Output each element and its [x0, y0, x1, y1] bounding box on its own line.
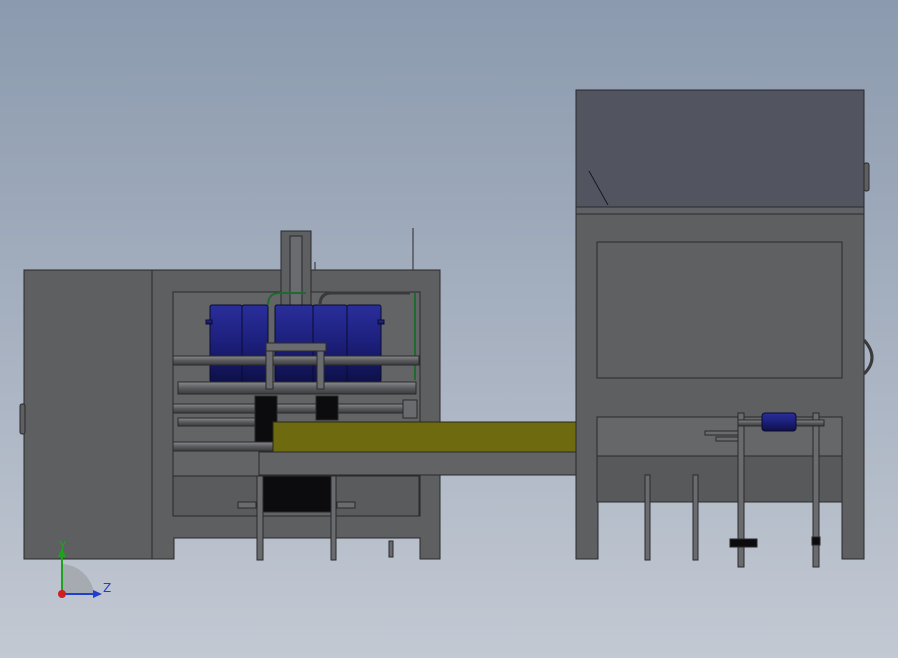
cad-graphics-viewport[interactable]: Y Z: [0, 0, 898, 658]
right-window-panel: [596, 241, 843, 379]
y-axis-label: Y: [59, 539, 67, 553]
x-axis-dot: [58, 590, 66, 598]
left-machine: [19, 228, 441, 561]
z-axis-label: Z: [103, 581, 112, 595]
right-top-hood: [575, 89, 865, 208]
machine-assembly-view[interactable]: [0, 0, 898, 658]
lower-black-block: [262, 475, 334, 513]
upper-rail: [172, 355, 420, 366]
small-blue-cylinder: [761, 412, 797, 432]
left-side-knob: [19, 403, 26, 435]
right-machine: [575, 89, 874, 568]
left-side-cabinet: [23, 269, 153, 560]
